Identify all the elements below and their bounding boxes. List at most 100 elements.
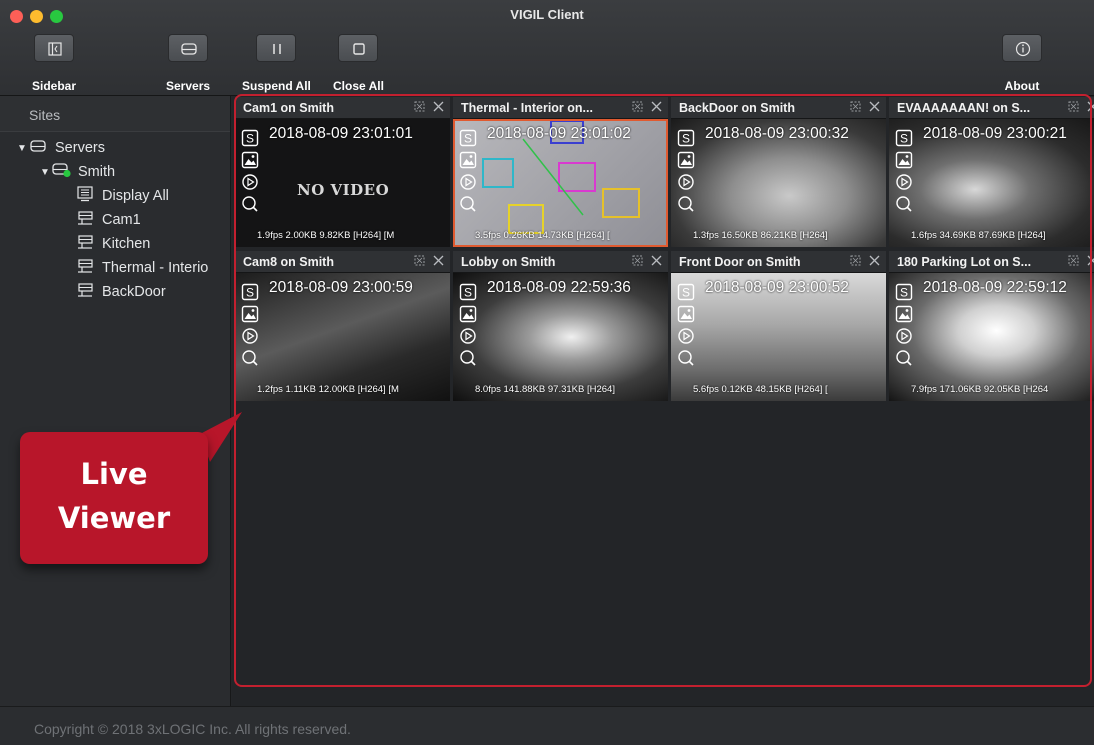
video-feed[interactable]: 2018-08-09 22:59:36 S 8.0fps 141.88KB 97… (453, 273, 668, 401)
svg-text:S: S (900, 132, 908, 146)
tile-action-icons: S (895, 129, 917, 217)
image-icon[interactable] (895, 305, 913, 323)
video-feed[interactable]: 2018-08-09 23:00:59 S 1.2fps 1.11KB 12.0… (235, 273, 450, 401)
tile-header: Thermal - Interior on... (453, 97, 668, 119)
expand-icon[interactable] (414, 99, 425, 117)
camera-tile-3[interactable]: BackDoor on Smith 2018-08-09 23:00:32 S … (671, 97, 886, 247)
expand-icon[interactable] (632, 253, 643, 271)
playback-icon[interactable] (459, 327, 477, 345)
camera-icon (76, 234, 96, 254)
stream-stats: 1.9fps 2.00KB 9.82KB [H264] [M (257, 230, 395, 241)
video-feed[interactable]: 2018-08-09 23:00:52 S 5.6fps 0.12KB 48.1… (671, 273, 886, 401)
camera-tile-1[interactable]: Cam1 on Smith 2018-08-09 23:01:01 S 1.9f… (235, 97, 450, 247)
snapshot-s-icon[interactable]: S (241, 129, 259, 147)
image-icon[interactable] (459, 151, 477, 169)
close-icon[interactable] (1087, 99, 1094, 117)
disclosure-triangle-icon[interactable]: ▼ (40, 167, 52, 178)
video-timestamp: 2018-08-09 23:00:32 (705, 125, 849, 142)
close-icon[interactable] (651, 253, 662, 271)
search-icon[interactable] (459, 349, 477, 367)
video-timestamp: 2018-08-09 22:59:36 (487, 279, 631, 296)
search-icon[interactable] (895, 349, 913, 367)
suspend-all-label: Suspend All (242, 79, 311, 93)
callout-line-1: Live (80, 457, 148, 491)
video-feed[interactable]: 2018-08-09 23:00:21 S 1.6fps 34.69KB 87.… (889, 119, 1094, 247)
image-icon[interactable] (895, 151, 913, 169)
tree-item-backdoor[interactable]: BackDoor (0, 280, 230, 304)
close-icon[interactable] (433, 253, 444, 271)
close-icon[interactable] (651, 99, 662, 117)
camera-tile-5[interactable]: Cam8 on Smith 2018-08-09 23:00:59 S 1.2f… (235, 251, 450, 401)
tree-item-kitchen[interactable]: Kitchen (0, 232, 230, 256)
window-title: VIGIL Client (510, 7, 584, 22)
servers-button[interactable]: Servers (166, 34, 210, 93)
close-all-button[interactable]: Close All (333, 34, 384, 93)
expand-icon[interactable] (850, 253, 861, 271)
tree-node-servers[interactable]: ▼ Servers (0, 136, 230, 160)
camera-icon (76, 258, 96, 278)
video-feed[interactable]: 2018-08-09 23:01:01 S 1.9fps 2.00KB 9.82… (235, 119, 450, 247)
tree-item-display-all[interactable]: Display All (0, 184, 230, 208)
camera-icon (76, 282, 96, 302)
search-icon[interactable] (241, 349, 259, 367)
camera-tile-6[interactable]: Lobby on Smith 2018-08-09 22:59:36 S 8.0… (453, 251, 668, 401)
search-icon[interactable] (895, 195, 913, 213)
close-icon[interactable] (433, 99, 444, 117)
snapshot-s-icon[interactable]: S (895, 283, 913, 301)
image-icon[interactable] (677, 305, 695, 323)
disclosure-triangle-icon[interactable]: ▼ (17, 143, 29, 154)
video-feed[interactable]: 2018-08-09 23:01:02 S 3.5fps 0.26KB 14.7… (453, 119, 668, 247)
svg-text:S: S (900, 286, 908, 300)
expand-icon[interactable] (1068, 253, 1079, 271)
snapshot-s-icon[interactable]: S (459, 283, 477, 301)
playback-icon[interactable] (895, 173, 913, 191)
tree-node-smith[interactable]: ▼ Smith (0, 160, 230, 184)
search-icon[interactable] (459, 195, 477, 213)
svg-text:S: S (682, 286, 690, 300)
image-icon[interactable] (241, 305, 259, 323)
pause-icon (256, 34, 297, 62)
search-icon[interactable] (677, 349, 695, 367)
close-icon[interactable] (869, 99, 880, 117)
camera-tile-7[interactable]: Front Door on Smith 2018-08-09 23:00:52 … (671, 251, 886, 401)
playback-icon[interactable] (677, 327, 695, 345)
playback-icon[interactable] (895, 327, 913, 345)
snapshot-s-icon[interactable]: S (459, 129, 477, 147)
sidebar-toggle-button[interactable]: Sidebar (32, 34, 76, 93)
tree-item-cam1[interactable]: Cam1 (0, 208, 230, 232)
playback-icon[interactable] (459, 173, 477, 191)
snapshot-s-icon[interactable]: S (677, 283, 695, 301)
video-timestamp: 2018-08-09 23:01:01 (269, 125, 413, 142)
tree-node-label: Servers (55, 140, 105, 156)
tree-item-label: Kitchen (102, 236, 151, 252)
playback-icon[interactable] (241, 327, 259, 345)
expand-icon[interactable] (1068, 99, 1079, 117)
camera-tile-4[interactable]: EVAAAAAAAN! on S... 2018-08-09 23:00:21 … (889, 97, 1094, 247)
playback-icon[interactable] (241, 173, 259, 191)
expand-icon[interactable] (414, 253, 425, 271)
tree-item-thermal[interactable]: Thermal - Interio (0, 256, 230, 280)
server-online-icon (52, 162, 72, 182)
image-icon[interactable] (677, 151, 695, 169)
image-icon[interactable] (241, 151, 259, 169)
tile-action-icons: S (459, 129, 481, 217)
video-timestamp: 2018-08-09 23:00:21 (923, 125, 1067, 142)
close-icon[interactable] (869, 253, 880, 271)
svg-text:S: S (464, 286, 472, 300)
about-button[interactable]: About (1002, 34, 1042, 93)
video-feed[interactable]: 2018-08-09 23:00:32 S 1.3fps 16.50KB 86.… (671, 119, 886, 247)
snapshot-s-icon[interactable]: S (895, 129, 913, 147)
camera-tile-2[interactable]: Thermal - Interior on... 2018-08-09 23:0… (453, 97, 668, 247)
close-icon[interactable] (1087, 253, 1094, 271)
search-icon[interactable] (677, 195, 695, 213)
suspend-all-button[interactable]: Suspend All (242, 34, 311, 93)
playback-icon[interactable] (677, 173, 695, 191)
expand-icon[interactable] (850, 99, 861, 117)
video-feed[interactable]: 2018-08-09 22:59:12 S 7.9fps 171.06KB 92… (889, 273, 1094, 401)
search-icon[interactable] (241, 195, 259, 213)
camera-tile-8[interactable]: 180 Parking Lot on S... 2018-08-09 22:59… (889, 251, 1094, 401)
snapshot-s-icon[interactable]: S (241, 283, 259, 301)
snapshot-s-icon[interactable]: S (677, 129, 695, 147)
image-icon[interactable] (459, 305, 477, 323)
expand-icon[interactable] (632, 99, 643, 117)
